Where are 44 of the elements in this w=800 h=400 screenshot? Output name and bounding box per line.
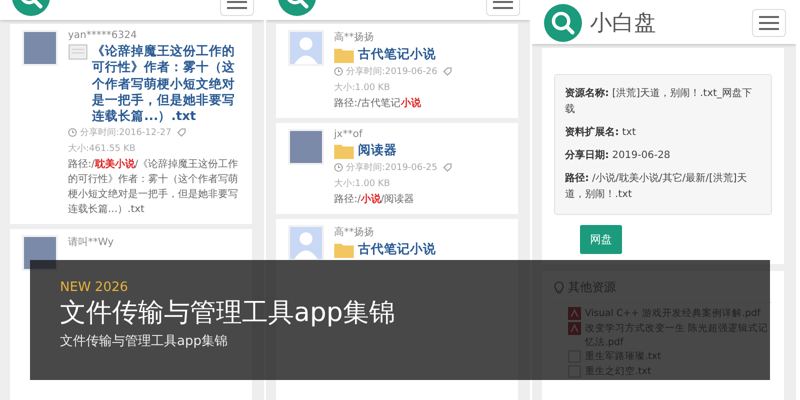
- share-time: 分享时间:2019-06-26: [346, 66, 438, 78]
- tag-icon: [443, 67, 452, 76]
- folder-icon: [334, 47, 354, 63]
- username: jx**of: [334, 129, 364, 140]
- clock-icon: [334, 67, 343, 76]
- caption-tag: NEW 2026: [60, 280, 128, 295]
- site-title: 小白盘: [590, 10, 656, 38]
- username: 高**扬扬: [334, 226, 375, 239]
- avatar-photo-placeholder: [22, 30, 58, 66]
- document-icon: [68, 44, 88, 60]
- file-path: 路径:/耽美小说/《论辞掉魔王这份工作的可行性》作者：雾十（这个作者写萌梗小短文绝对是一把手，但是她非要写连载长篇...）.txt: [68, 157, 240, 218]
- detail-field: 路径: /小说/耽美小说/其它/最新/[洪荒]天道，别闹！.txt: [565, 171, 761, 203]
- detail-field: 资源名称: [洪荒]天道，别闹！.txt_网盘下载: [565, 86, 761, 118]
- folder-icon: [334, 242, 354, 258]
- share-time: 分享时间:2016-12-27: [80, 126, 172, 140]
- file-size: 大小:1.00 KB: [334, 82, 390, 94]
- avatar-photo-placeholder: [288, 129, 324, 165]
- result-title-link[interactable]: 《论辞掉魔王这份工作的可行性》作者：雾十（这个作者写萌梗小短文绝对是一把手，但是她非要写连载长篇...）.txt: [92, 43, 242, 124]
- username: yan*****6324: [68, 30, 138, 41]
- detail-field: 资料扩展名: txt: [565, 125, 761, 141]
- result-title-link[interactable]: 古代笔记小说: [358, 241, 436, 258]
- result-title-link[interactable]: 阅读器: [358, 142, 397, 158]
- clock-icon: [68, 128, 77, 138]
- clock-icon: [334, 163, 343, 172]
- file-size: 大小:461.55 KB: [68, 142, 136, 156]
- file-size: 大小:1.00 KB: [334, 178, 390, 190]
- avatar-silhouette-icon: [288, 30, 324, 66]
- search-icon[interactable]: [544, 4, 582, 42]
- share-time: 分享时间:2019-06-25: [346, 162, 438, 174]
- menu-icon: [759, 16, 779, 30]
- tag-icon: [443, 163, 452, 172]
- download-button[interactable]: 网盘: [580, 225, 622, 254]
- avatar-silhouette-icon: [288, 225, 324, 261]
- menu-button[interactable]: [752, 9, 786, 37]
- result-title-link[interactable]: 古代笔记小说: [358, 46, 436, 62]
- detail-field: 分享日期: 2019-06-28: [565, 148, 761, 164]
- username: 高**扬扬: [334, 30, 375, 44]
- file-path: 路径:/小说/阅读器: [334, 192, 416, 207]
- caption-subtitle: 文件传输与管理工具app集锦: [60, 332, 228, 350]
- folder-icon: [334, 143, 354, 159]
- file-path: 路径:/古代笔记小说: [334, 96, 422, 111]
- caption-title: 文件传输与管理工具app集锦: [60, 297, 395, 330]
- username: 请叫**Wy: [68, 236, 114, 250]
- tag-icon: [177, 128, 186, 138]
